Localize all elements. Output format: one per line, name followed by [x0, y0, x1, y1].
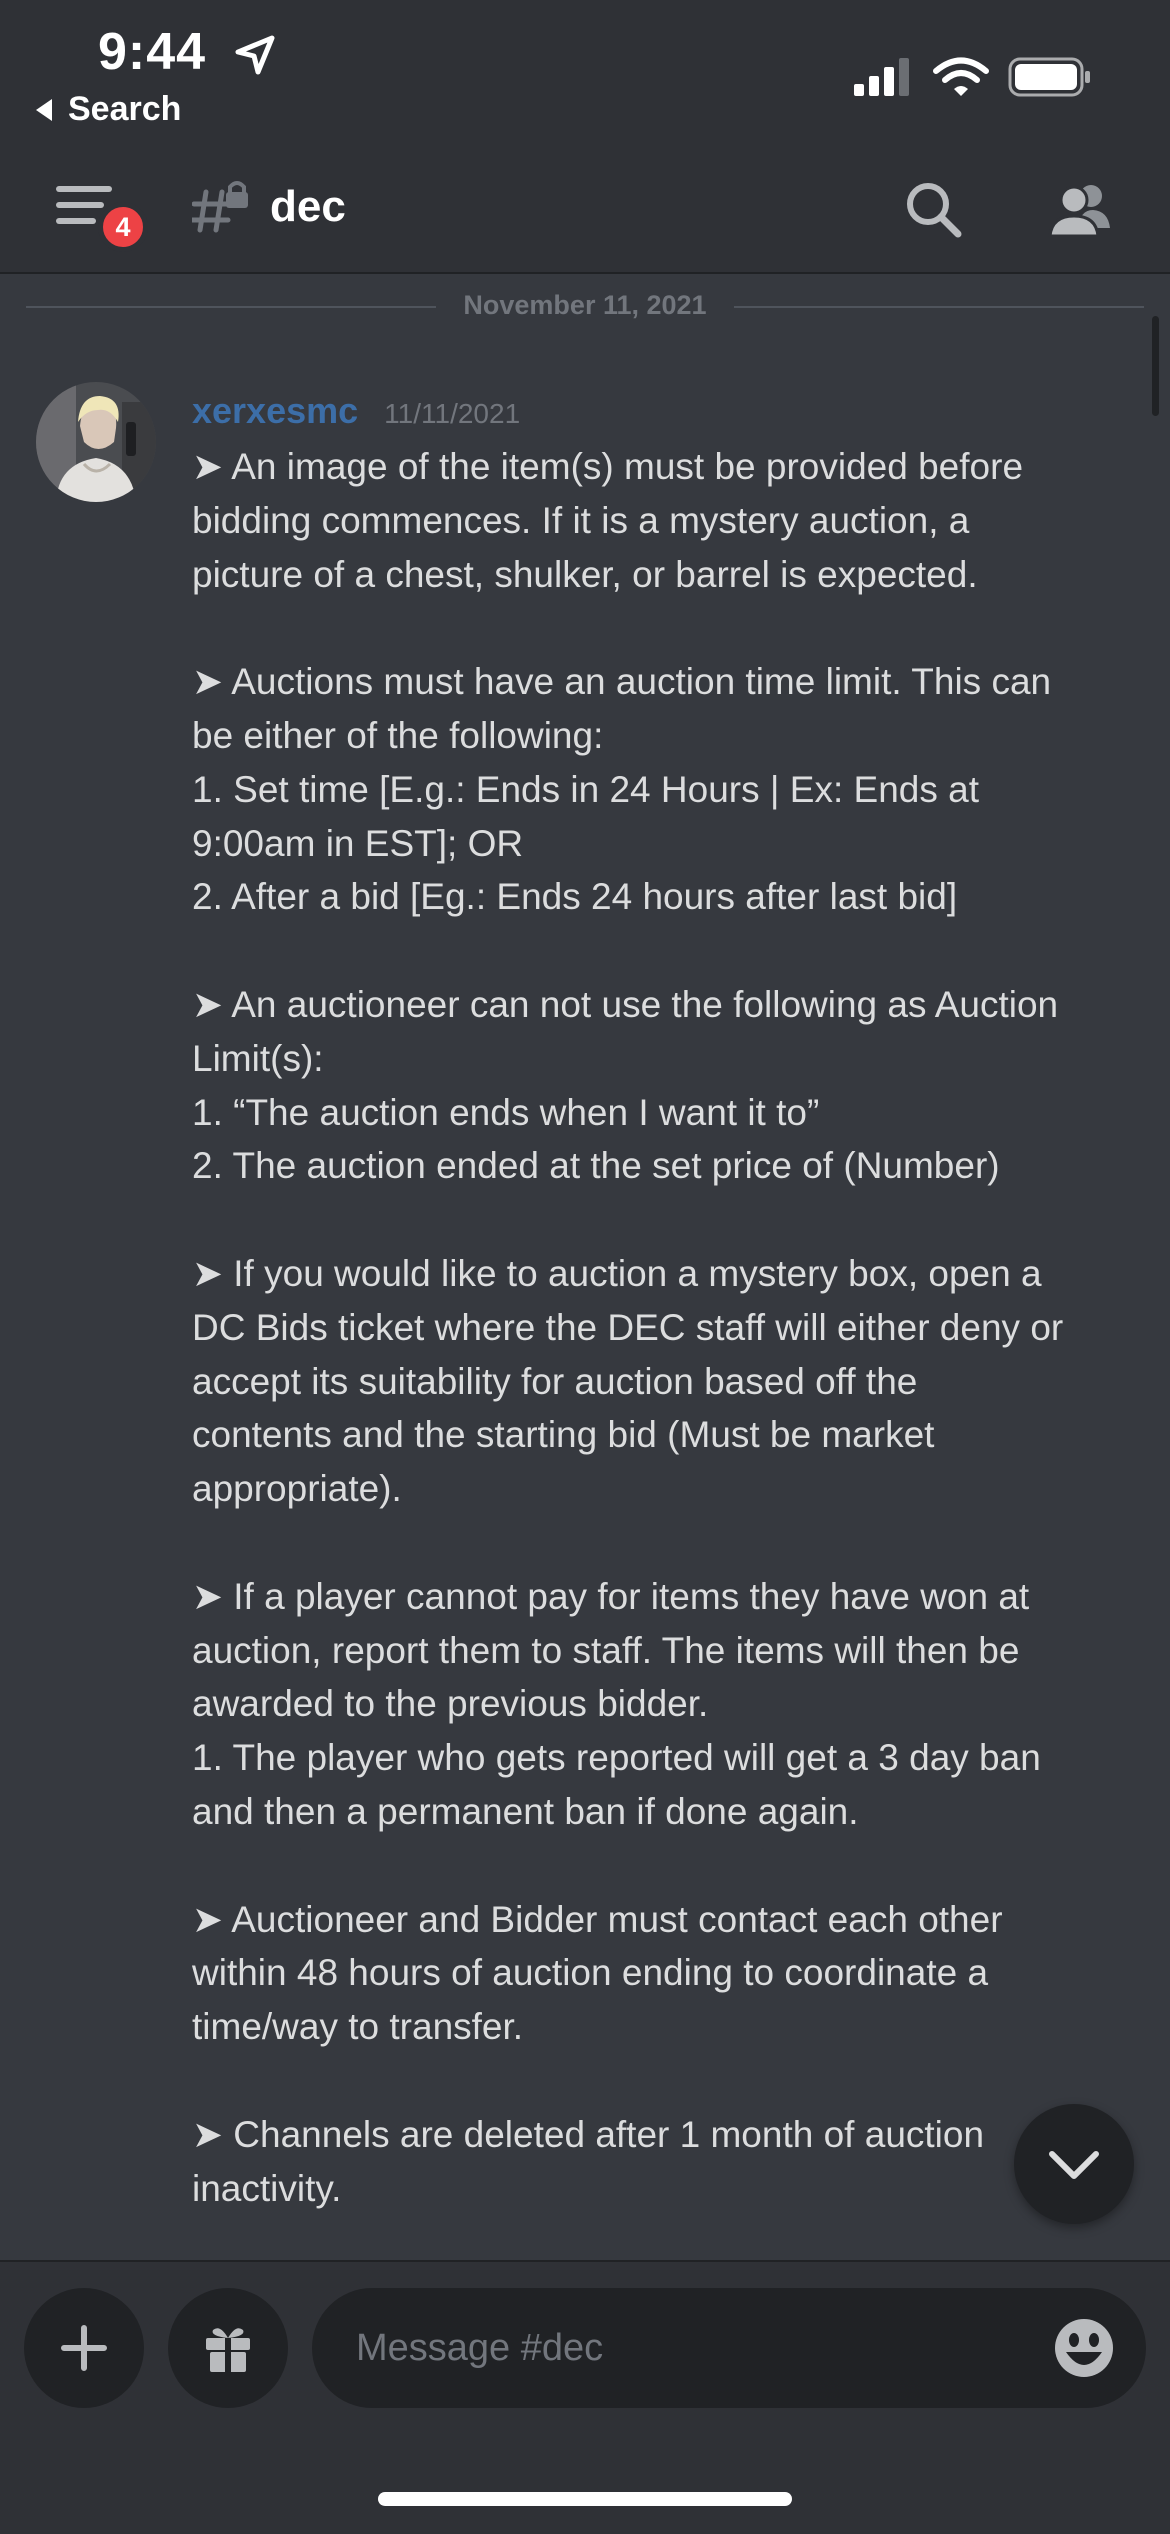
gift-icon: [206, 2328, 250, 2372]
message-line: appropriate).: [192, 1468, 402, 1510]
message-line: 1. Set time [E.g.: Ends in 24 Hours | Ex…: [192, 768, 979, 810]
channel-name: dec: [270, 182, 346, 231]
date-divider-label: November 11, 2021: [441, 290, 729, 320]
message-line: Limit(s):: [192, 1037, 324, 1079]
message-line: [192, 601, 1142, 655]
gift-nitro-button[interactable]: [168, 2288, 288, 2408]
message-line: [192, 1839, 1142, 1893]
status-time: 9:44: [98, 23, 207, 81]
wifi-icon: [933, 57, 989, 96]
message-line: picture of a chest, shulker, or barrel i…: [192, 553, 978, 595]
back-to-search-label: Search: [68, 90, 182, 128]
message-line: bidding commences. If it is a mystery au…: [192, 499, 970, 541]
locked-text-channel-icon: [192, 181, 248, 233]
message-line: contents and the starting bid (Must be m…: [192, 1414, 935, 1456]
home-indicator[interactable]: [378, 2492, 792, 2506]
message-line: 9:00am in EST]; OR: [192, 822, 524, 864]
message-line: within 48 hours of auction ending to coo…: [192, 1952, 989, 1994]
message-line: [192, 2054, 1142, 2108]
message-line: auction, report them to staff. The items…: [192, 1629, 1020, 1671]
cellular-signal-icon: [854, 58, 909, 96]
unread-badge: 4: [98, 202, 148, 252]
message-line: [192, 924, 1142, 978]
location-arrow-icon: [235, 35, 275, 75]
message-composer: [0, 2260, 1170, 2534]
message-line: inactivity.: [192, 2167, 342, 2209]
status-bar: 9:44 Search: [0, 0, 1170, 140]
user-photo: [36, 382, 156, 502]
chevron-down-icon: [1049, 2151, 1099, 2179]
message-list[interactable]: November 11, 2021 xerxesmc 11/11/2021 ➤ …: [0, 274, 1170, 2260]
member-list-button[interactable]: [1044, 176, 1116, 246]
message-line: DC Bids ticket where the DEC staff will …: [192, 1306, 1064, 1348]
message-line: ➤ An image of the item(s) must be provid…: [192, 446, 1024, 487]
message-line: time/way to transfer.: [192, 2006, 524, 2048]
emoji-icon[interactable]: [1052, 2316, 1116, 2380]
message-line: ➤ Auctioneer and Bidder must contact eac…: [192, 1898, 1003, 1940]
add-attachment-button[interactable]: [24, 2288, 144, 2408]
message-line: [192, 1516, 1142, 1570]
channel-header: 4 dec: [0, 140, 1170, 274]
message-line: [192, 1193, 1142, 1247]
message-header: xerxesmc 11/11/2021: [192, 390, 520, 432]
message-line: 1. “The auction ends when I want it to”: [192, 1091, 820, 1133]
message-content[interactable]: ➤ An image of the item(s) must be provid…: [192, 440, 1142, 2215]
message-line: ➤ Channels are deleted after 1 month of …: [192, 2113, 985, 2155]
message-timestamp: 11/11/2021: [384, 398, 521, 429]
date-divider: November 11, 2021: [0, 290, 1170, 321]
message-author[interactable]: xerxesmc: [192, 390, 358, 432]
message-line: and then a permanent ban if done again.: [192, 1790, 859, 1832]
search-icon: [907, 183, 962, 238]
members-icon: [1048, 185, 1110, 238]
message-line: accept its suitability for auction based…: [192, 1360, 918, 1402]
avatar[interactable]: [36, 382, 156, 502]
channels-menu-button[interactable]: 4: [50, 180, 150, 252]
jump-to-present-button[interactable]: [1014, 2104, 1134, 2224]
message-line: be either of the following:: [192, 714, 604, 756]
message-input[interactable]: [356, 2288, 1016, 2408]
plus-icon: [61, 2325, 107, 2371]
message-line: awarded to the previous bidder.: [192, 1683, 709, 1725]
battery-icon: [1008, 57, 1090, 97]
search-button[interactable]: [900, 176, 970, 246]
message-line: 1. The player who gets reported will get…: [192, 1737, 1041, 1779]
message-line: ➤ Auctions must have an auction time lim…: [192, 661, 1052, 703]
back-arrow-icon: [36, 98, 52, 121]
message-line: ➤ An auctioneer can not use the followin…: [192, 983, 1059, 1025]
message-line: ➤ If a player cannot pay for items they …: [192, 1575, 1030, 1617]
back-to-search-button[interactable]: Search: [36, 90, 181, 129]
scrollbar-thumb[interactable]: [1152, 316, 1159, 416]
message-line: 2. After a bid [Eg.: Ends 24 hours after…: [192, 876, 958, 918]
message-input-container: [312, 2288, 1146, 2408]
message-line: ➤ If you would like to auction a mystery…: [192, 1252, 1042, 1294]
message-line: 2. The auction ended at the set price of…: [192, 1145, 1000, 1187]
